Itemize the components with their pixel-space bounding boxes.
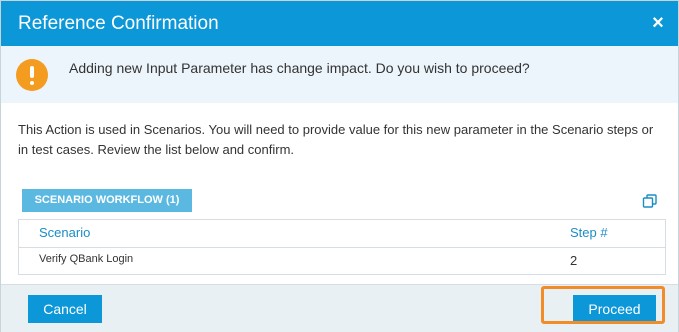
close-icon[interactable]: × (648, 12, 668, 34)
table-header: Scenario Step # (19, 220, 665, 248)
proceed-button[interactable]: Proceed (573, 295, 656, 323)
dialog-titlebar: Reference Confirmation × (1, 1, 678, 46)
column-header-step[interactable]: Step # (570, 225, 608, 240)
reference-confirmation-dialog: Reference Confirmation × Adding new Inpu… (0, 0, 679, 332)
warning-banner: Adding new Input Parameter has change im… (1, 46, 678, 103)
dialog-footer: Cancel Proceed (1, 284, 678, 332)
column-header-scenario[interactable]: Scenario (39, 225, 90, 240)
tab-scenario-workflow[interactable]: SCENARIO WORKFLOW (1) (22, 189, 192, 212)
table-row[interactable]: Verify QBank Login 2 (19, 248, 665, 274)
cancel-button[interactable]: Cancel (28, 295, 102, 323)
dialog-title: Reference Confirmation (18, 13, 219, 34)
info-text: This Action is used in Scenarios. You wi… (18, 122, 654, 157)
scenario-table: Scenario Step # Verify QBank Login 2 (18, 219, 666, 275)
cell-step: 2 (570, 253, 578, 268)
copy-icon[interactable] (642, 194, 658, 208)
warning-message: Adding new Input Parameter has change im… (69, 60, 530, 76)
warning-icon (16, 59, 48, 91)
cell-scenario: Verify QBank Login (39, 253, 134, 265)
